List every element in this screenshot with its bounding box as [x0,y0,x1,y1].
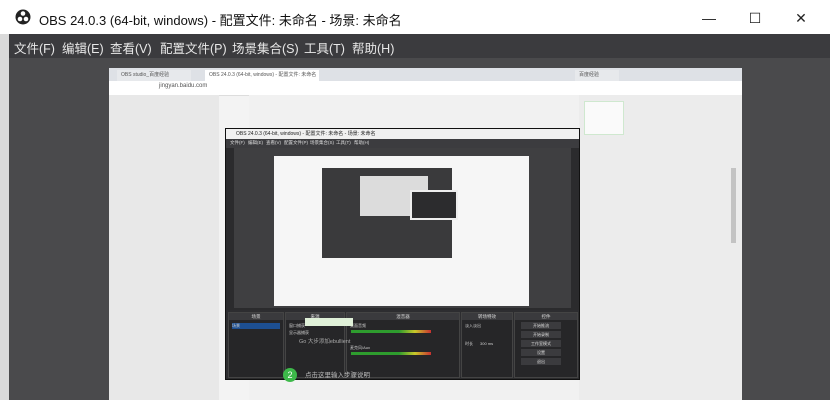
page-right-panel [579,95,742,400]
title-bar: OBS 24.0.3 (64-bit, windows) - 配置文件: 未命名… [0,0,830,34]
nested-menu-item[interactable]: 文件(F) [230,140,245,146]
nested-menu-item[interactable]: 工具(T) [336,140,351,146]
settings-button[interactable]: 设置 [521,349,561,356]
menu-help[interactable]: 帮助(H) [352,38,394,57]
start-recording-button[interactable]: 开始录制 [521,331,561,338]
menu-profile[interactable]: 配置文件(P) [160,38,227,57]
obs-logo-icon [15,9,31,25]
audio-meter [351,330,431,333]
menu-file[interactable]: 文件(F) [14,38,55,57]
browser-tab[interactable]: 百度经验 [575,70,619,81]
browser-tab[interactable]: OBS studio_百度经验 [117,70,191,81]
transitions-panel: 转场特效 淡入淡出 时长 300 ms [461,312,513,378]
menu-bar: 文件(F) 编辑(E) 查看(V) 配置文件(P) 场景集合(S) 工具(T) … [9,34,830,58]
page-scrollbar[interactable] [731,168,736,243]
scenes-panel: 场景 场景 [228,312,284,378]
scene-item[interactable]: 场景 [232,323,280,329]
nested-menu-item[interactable]: 编辑(E) [248,140,263,146]
menu-view[interactable]: 查看(V) [110,38,152,57]
nested-menu-item[interactable]: 场景集合(S) [310,140,334,146]
address-text: jingyan.baidu.com [159,83,208,89]
nested-menu-item[interactable]: 配置文件(P) [284,140,308,146]
transition-select[interactable]: 淡入淡出 [465,323,481,329]
exit-button[interactable]: 退出 [521,358,561,365]
close-button[interactable]: ✕ [778,7,824,29]
window-title: OBS 24.0.3 (64-bit, windows) - 配置文件: 未命名… [39,13,402,28]
left-edge-strip [0,0,9,400]
feature-card[interactable] [584,101,624,135]
menu-scene-collection[interactable]: 场景集合(S) [232,38,299,57]
page-caption: Go 大步添加ebullient [299,339,351,345]
nested-menu-item[interactable]: 查看(V) [266,140,281,146]
nested-title-bar: OBS 24.0.3 (64-bit, windows) - 配置文件: 未命名… [226,129,579,139]
step-description[interactable]: 点击这里输入步骤说明 [305,369,370,379]
scenes-panel-header: 场景 [229,313,283,320]
nested-docks: 场景 场景 来源 窗口捕获 显示器捕获 混音器 桌面音频 麦克风/Aux 转场特… [226,310,579,378]
address-bar[interactable]: jingyan.baidu.com [109,81,742,96]
source-item[interactable]: 窗口捕获 [289,323,305,329]
green-highlight [305,318,353,326]
browser-tab-strip: OBS studio_百度经验 OBS 24.0.3 (64-bit, wind… [109,68,742,89]
nested-window-title: OBS 24.0.3 (64-bit, windows) - 配置文件: 未命名… [236,131,376,137]
studio-mode-button[interactable]: 工作室模式 [521,340,561,347]
maximize-button[interactable]: ☐ [732,7,778,29]
transitions-panel-header: 转场特效 [462,313,512,320]
mixer-panel-header: 混音器 [347,313,459,320]
recursive-capture-level4 [410,190,458,220]
controls-panel-header: 控件 [515,313,577,320]
menu-edit[interactable]: 编辑(E) [62,38,104,57]
nested-preview [234,148,571,308]
source-item[interactable]: 显示器捕获 [289,330,309,336]
nested-menu-bar: 文件(F) 编辑(E) 查看(V) 配置文件(P) 场景集合(S) 工具(T) … [226,139,579,148]
preview-canvas[interactable]: OBS studio_百度经验 OBS 24.0.3 (64-bit, wind… [9,58,830,400]
duration-input[interactable]: 300 ms [480,341,493,346]
recursive-capture [274,156,529,306]
recursive-capture-level2 [322,168,458,258]
recursive-capture-level3 [360,176,458,220]
nested-menu-item[interactable]: 帮助(H) [354,140,369,146]
mixer-channel-label: 麦克风/Aux [350,345,371,350]
nested-obs-window: OBS 24.0.3 (64-bit, windows) - 配置文件: 未命名… [225,128,580,380]
step-number-badge: 2 [283,368,297,382]
page-left-area [109,95,219,400]
start-streaming-button[interactable]: 开始推流 [521,322,561,329]
controls-panel: 控件 开始推流 开始录制 工作室模式 设置 退出 [514,312,578,378]
browser-tab-active[interactable]: OBS 24.0.3 (64-bit, windows) - 配置文件: 未命名… [205,70,319,89]
audio-meter [351,352,431,355]
duration-label: 时长 [465,341,473,346]
menu-tools[interactable]: 工具(T) [304,38,345,57]
minimize-button[interactable]: — [686,7,732,29]
